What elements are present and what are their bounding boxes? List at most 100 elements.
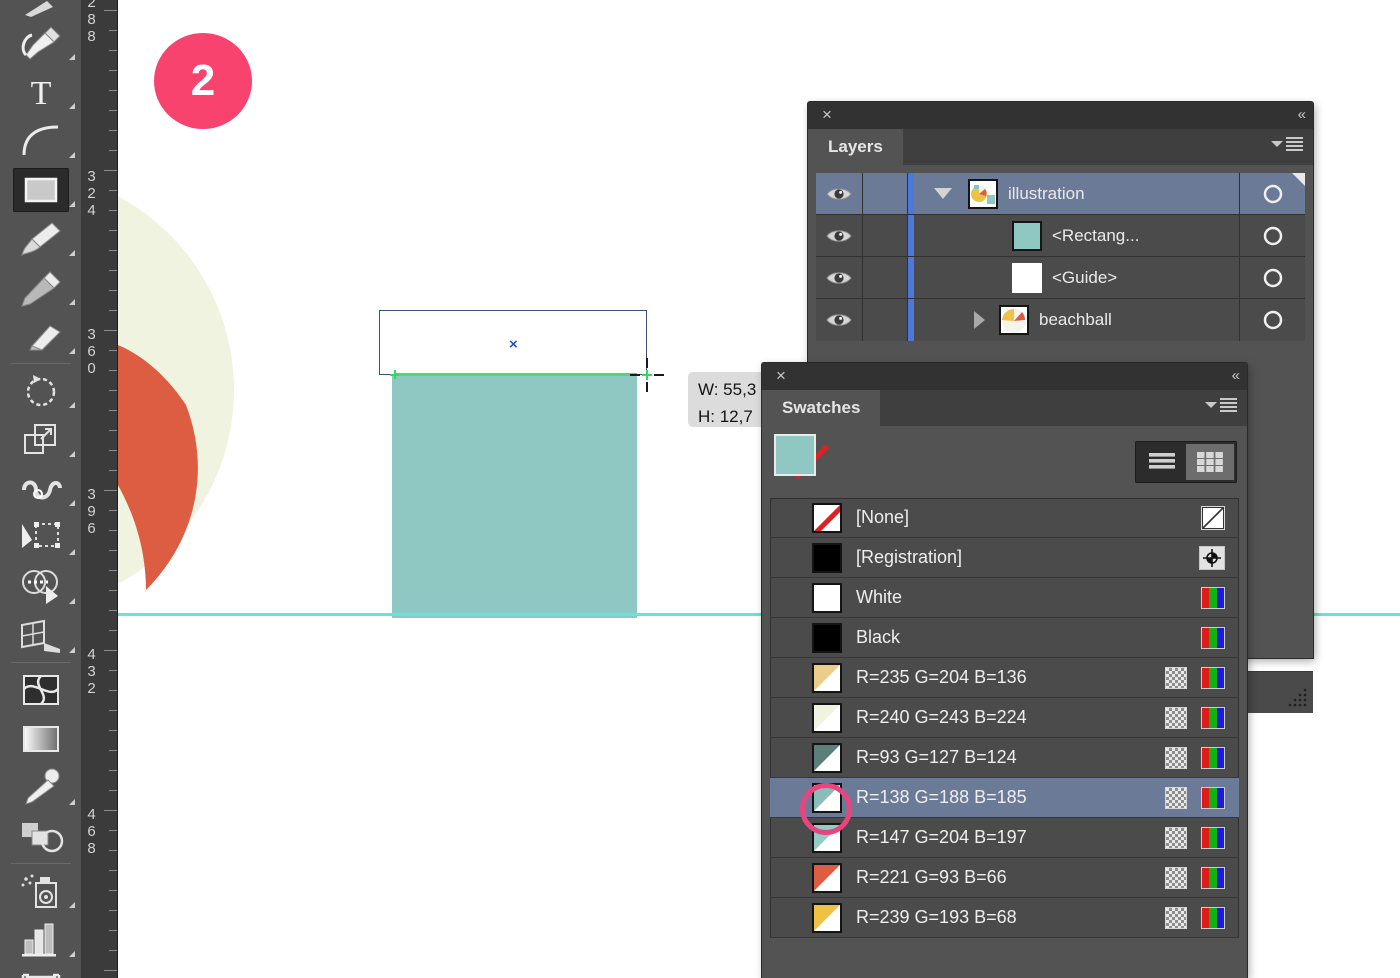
list-item[interactable]: R=221 G=93 B=66 — [770, 858, 1239, 898]
layers-list[interactable]: illustration <Rectang... <Guide> beachba… — [816, 173, 1305, 341]
swatch-color-chip[interactable] — [812, 502, 842, 533]
layer-main[interactable]: illustration — [914, 173, 1239, 214]
layer-name[interactable]: <Guide> — [1052, 268, 1117, 288]
resize-grip[interactable] — [1286, 687, 1308, 709]
rotate-tool-icon — [26, 374, 56, 406]
swatch-color-chip[interactable] — [812, 542, 842, 573]
tool-type[interactable]: T — [0, 67, 82, 116]
tool-artboard[interactable] — [0, 964, 82, 978]
tool-eyedropper[interactable] — [0, 763, 82, 812]
grid-view-button[interactable] — [1186, 444, 1234, 480]
layer-lock-toggle[interactable] — [863, 257, 908, 298]
layer-lock-toggle[interactable] — [863, 299, 908, 341]
layer-target-circle[interactable] — [1239, 173, 1305, 214]
tools-panel[interactable]: T — [0, 0, 82, 978]
swatch-color-chip[interactable] — [812, 902, 842, 933]
chevron-right-icon[interactable] — [974, 311, 985, 329]
tool-width[interactable] — [0, 464, 82, 513]
list-item[interactable]: R=235 G=204 B=136 — [770, 658, 1239, 698]
tool-rotate[interactable] — [0, 366, 82, 415]
layer-target-circle[interactable] — [1239, 257, 1305, 298]
tab-layers[interactable]: Layers — [808, 129, 903, 165]
fill-swatch[interactable] — [774, 434, 816, 476]
list-item[interactable]: Black — [770, 618, 1239, 658]
swatch-color-chip[interactable] — [812, 662, 842, 693]
tool-pencil[interactable] — [0, 263, 82, 312]
tool-blend[interactable] — [0, 812, 82, 861]
table-row[interactable]: <Guide> — [816, 257, 1305, 299]
tool-unknown-top[interactable] — [0, 0, 82, 18]
panel-menu-icon[interactable] — [1271, 137, 1303, 151]
layers-tabrow[interactable]: Layers — [808, 129, 1313, 165]
tool-mesh[interactable] — [0, 665, 82, 714]
table-row[interactable]: illustration — [816, 173, 1305, 215]
tool-column-graph[interactable] — [0, 915, 82, 964]
tool-rectangle[interactable] — [0, 165, 82, 214]
collapse-panel-icon[interactable]: « — [1232, 367, 1240, 385]
rectangle-shape-fill[interactable] — [392, 375, 637, 618]
target-circle-icon — [1263, 268, 1282, 287]
swatches-list[interactable]: [None] [Registration] White Black R=235 … — [770, 498, 1239, 938]
fill-stroke-indicator[interactable] — [774, 434, 840, 492]
eye-icon — [826, 229, 852, 242]
layers-panel-titlebar[interactable]: × « — [808, 102, 1313, 129]
layer-name[interactable]: <Rectang... — [1052, 226, 1139, 246]
tool-flyout-arrow — [69, 201, 75, 207]
swatch-color-chip[interactable] — [812, 702, 842, 733]
chevron-down-icon[interactable] — [934, 188, 952, 199]
layer-target-circle[interactable] — [1239, 299, 1305, 341]
list-view-button[interactable] — [1138, 444, 1186, 480]
swatches-panel[interactable]: × « Swatches [None] [Registration] White… — [762, 363, 1247, 978]
list-item[interactable]: [None] — [770, 498, 1239, 538]
layer-lock-toggle[interactable] — [863, 215, 908, 256]
collapse-panel-icon[interactable]: « — [1298, 106, 1306, 124]
layer-main[interactable]: beachball — [914, 299, 1239, 341]
tool-gradient[interactable] — [0, 714, 82, 763]
anchor-point-left[interactable] — [390, 370, 399, 379]
close-icon[interactable]: × — [772, 367, 790, 385]
list-item[interactable]: R=239 G=193 B=68 — [770, 898, 1239, 938]
center-point-marker: × — [509, 336, 518, 353]
vertical-ruler[interactable]: 288 324 360 396 432 468 — [82, 0, 118, 978]
layer-visibility-toggle[interactable] — [816, 215, 863, 256]
close-icon[interactable]: × — [818, 106, 836, 124]
tool-scale[interactable] — [0, 415, 82, 464]
swatch-color-chip[interactable] — [812, 742, 842, 773]
target-circle-icon — [1263, 226, 1282, 245]
swatch-label: Black — [856, 627, 901, 647]
tool-symbol-sprayer[interactable] — [0, 866, 82, 915]
list-item[interactable]: [Registration] — [770, 538, 1239, 578]
swatch-color-chip[interactable] — [812, 582, 842, 613]
tool-pen[interactable] — [0, 18, 82, 67]
swatch-color-chip[interactable] — [812, 622, 842, 653]
layer-target-circle[interactable] — [1239, 215, 1305, 256]
swatches-tabrow[interactable]: Swatches — [762, 390, 1247, 426]
table-row[interactable]: beachball — [816, 299, 1305, 341]
tool-arc[interactable] — [0, 116, 82, 165]
tool-paintbrush[interactable] — [0, 214, 82, 263]
tool-perspective-grid[interactable] — [0, 611, 82, 660]
list-item[interactable]: R=93 G=127 B=124 — [770, 738, 1239, 778]
list-item[interactable]: White — [770, 578, 1239, 618]
tool-shape-builder[interactable] — [0, 562, 82, 611]
layer-visibility-toggle[interactable] — [816, 173, 863, 214]
layer-main[interactable]: <Guide> — [914, 257, 1239, 298]
tool-free-transform[interactable] — [0, 513, 82, 562]
tab-swatches[interactable]: Swatches — [762, 390, 881, 426]
list-item[interactable]: R=240 G=243 B=224 — [770, 698, 1239, 738]
layer-visibility-toggle[interactable] — [816, 299, 863, 341]
global-color-icon — [1165, 906, 1187, 929]
layer-main[interactable]: <Rectang... — [914, 215, 1239, 256]
swatch-color-chip[interactable] — [812, 862, 842, 893]
layer-visibility-toggle[interactable] — [816, 257, 863, 298]
swatches-view-toggle[interactable] — [1135, 441, 1237, 483]
panel-menu-icon[interactable] — [1205, 398, 1237, 412]
beachball-artwork[interactable] — [118, 170, 252, 610]
grid-view-icon — [1197, 452, 1223, 472]
tool-eraser[interactable] — [0, 312, 82, 361]
layer-lock-toggle[interactable] — [863, 173, 908, 214]
layer-name[interactable]: illustration — [1008, 184, 1085, 204]
swatches-panel-titlebar[interactable]: × « — [762, 363, 1247, 390]
table-row[interactable]: <Rectang... — [816, 215, 1305, 257]
layer-name[interactable]: beachball — [1039, 310, 1112, 330]
